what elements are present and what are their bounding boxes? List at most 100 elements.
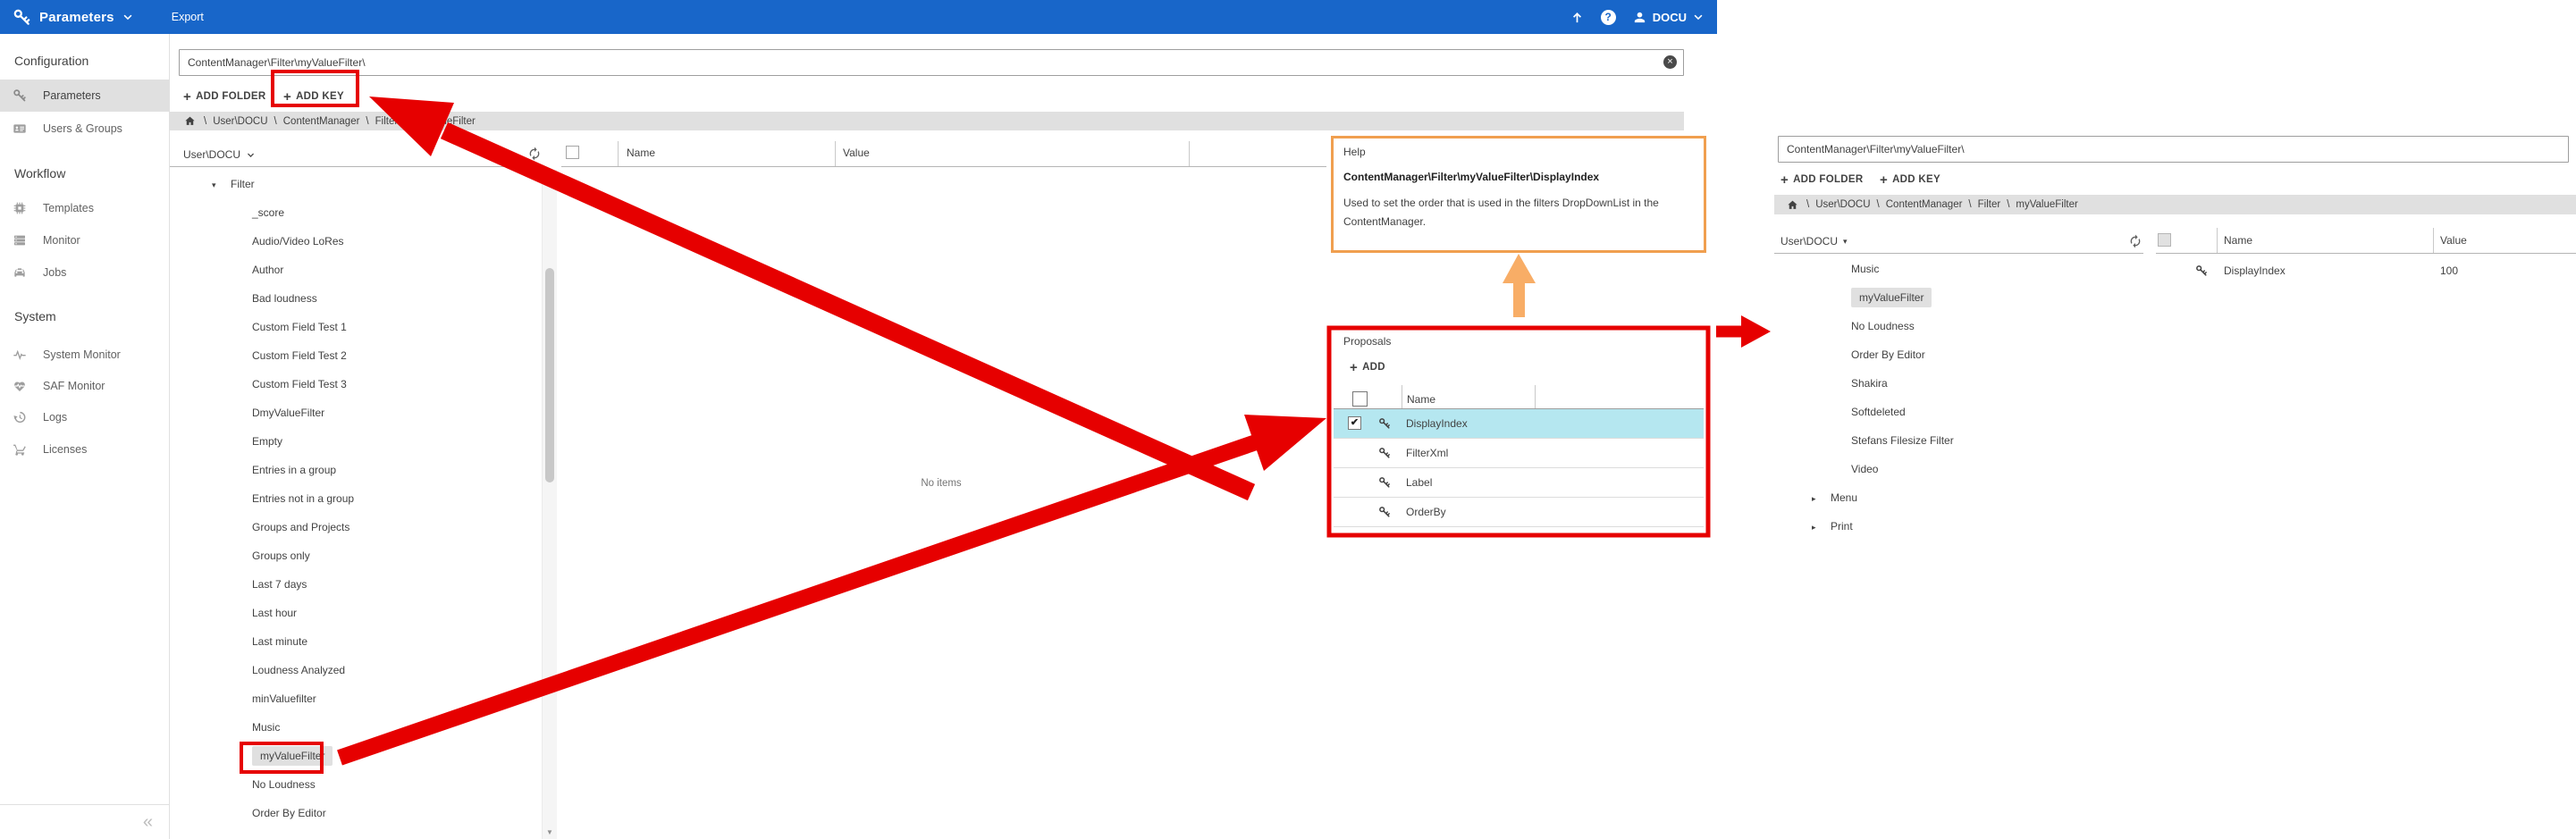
sidebar-item-system-monitor[interactable]: System Monitor xyxy=(0,339,170,371)
tree-item[interactable]: Stefans Filesize Filter xyxy=(1774,426,2143,455)
breadcrumb-segment[interactable]: Filter xyxy=(1978,199,2001,210)
tree-item-label[interactable]: minValuefilter xyxy=(252,692,316,705)
tree-item-label[interactable]: Order By Editor xyxy=(1851,348,1925,361)
tree-item-label[interactable]: Last 7 days xyxy=(252,578,307,591)
tree-item-label[interactable]: DmyValueFilter xyxy=(252,407,324,419)
proposals-row[interactable]: ✔ DisplayIndex xyxy=(1334,409,1704,439)
tree-item[interactable]: Music xyxy=(170,713,540,742)
cell-name[interactable]: DisplayIndex xyxy=(2224,256,2286,285)
proposals-add-button[interactable]: + ADD xyxy=(1350,356,1385,379)
tree-item[interactable]: myValueFilter xyxy=(170,742,540,770)
proposal-name[interactable]: FilterXml xyxy=(1406,439,1448,467)
path-input-right[interactable] xyxy=(1778,136,2569,163)
column-header-value-right[interactable]: Value xyxy=(2440,234,2467,247)
row-checkbox-checked[interactable]: ✔ xyxy=(1348,416,1361,430)
sidebar-item-monitor[interactable]: Monitor xyxy=(0,224,170,256)
tree-item[interactable]: Author xyxy=(170,256,540,284)
select-all-checkbox-right[interactable] xyxy=(2158,233,2171,247)
tree-item[interactable]: Groups only xyxy=(170,541,540,570)
tree-item-label[interactable]: myValueFilter xyxy=(1851,288,1932,307)
tree-item[interactable]: Last 7 days xyxy=(170,570,540,599)
tree-item[interactable]: _score xyxy=(170,198,540,227)
tree-item[interactable]: No Loudness xyxy=(170,770,540,799)
tree-item[interactable]: ▸ Print xyxy=(1774,512,2143,541)
tree-item-label[interactable]: Music xyxy=(252,721,280,734)
tree-item[interactable]: Loudness Analyzed xyxy=(170,656,540,684)
sidebar-item-saf-monitor[interactable]: SAF Monitor xyxy=(0,370,170,402)
breadcrumb-segment[interactable]: myValueFilter xyxy=(413,116,475,127)
select-all-checkbox[interactable] xyxy=(566,146,579,159)
tree-item[interactable]: Audio/Video LoRes xyxy=(170,227,540,256)
tree-item-label[interactable]: Music xyxy=(1851,263,1879,275)
tree-item[interactable]: Video xyxy=(1774,455,2143,483)
tree-item[interactable]: Order By Editor xyxy=(1774,340,2143,369)
collapsed-arrow-icon[interactable]: ▸ xyxy=(1812,513,1823,541)
proposal-name[interactable]: OrderBy xyxy=(1406,498,1446,526)
tree-item-label[interactable]: Video xyxy=(1851,463,1878,475)
home-icon[interactable] xyxy=(184,115,196,127)
tree-item-label[interactable]: Bad loudness xyxy=(252,292,317,305)
proposals-row[interactable]: FilterXml xyxy=(1334,439,1704,468)
sidebar-item-templates[interactable]: Templates xyxy=(0,192,170,224)
app-menu-chevron-icon[interactable] xyxy=(122,11,134,23)
proposals-select-all-checkbox[interactable] xyxy=(1352,391,1368,407)
sidebar-collapse-button[interactable]: « xyxy=(0,804,169,839)
column-header-name-right[interactable]: Name xyxy=(2224,234,2252,247)
breadcrumb-segment[interactable]: ContentManager xyxy=(283,116,360,127)
breadcrumb-segment[interactable]: User\DOCU xyxy=(1815,199,1870,210)
tree-item-label[interactable]: Softdeleted xyxy=(1851,406,1906,418)
scrollbar-thumb[interactable] xyxy=(545,268,554,482)
cell-value[interactable]: 100 xyxy=(2440,256,2458,285)
tree-item-label[interactable]: Entries not in a group xyxy=(252,492,354,505)
breadcrumb-segment[interactable]: myValueFilter xyxy=(2016,199,2077,210)
table-row[interactable]: DisplayIndex 100 xyxy=(2156,256,2576,285)
tree-item-label[interactable]: _score xyxy=(252,206,284,219)
tree-item-label[interactable]: Loudness Analyzed xyxy=(252,664,345,676)
tree-item[interactable]: Empty xyxy=(170,427,540,456)
tree-item-label[interactable]: Custom Field Test 2 xyxy=(252,349,347,362)
proposals-column-header-name[interactable]: Name xyxy=(1407,393,1435,406)
sidebar-item-licenses[interactable]: Licenses xyxy=(0,433,170,466)
breadcrumb-segment[interactable]: User\DOCU xyxy=(213,116,267,127)
path-input[interactable] xyxy=(179,49,1684,76)
tree-item[interactable]: ▸Menu xyxy=(1774,483,2143,512)
menu-export[interactable]: Export xyxy=(172,11,204,23)
tree-item[interactable]: Last hour xyxy=(170,599,540,627)
proposals-row[interactable]: Label xyxy=(1334,468,1704,498)
tree-item-label[interactable]: No Loudness xyxy=(252,778,316,791)
tree-item[interactable]: Bad loudness xyxy=(170,284,540,313)
breadcrumb-segment[interactable]: ContentManager xyxy=(1886,199,1963,210)
tree-item-label[interactable]: myValueFilter xyxy=(252,746,333,766)
tree-item-label[interactable]: Empty xyxy=(252,435,282,448)
tree-item[interactable]: Music xyxy=(1774,255,2143,283)
tree-item[interactable]: Custom Field Test 1 xyxy=(170,313,540,341)
scroll-down-icon[interactable]: ▼ xyxy=(543,828,557,836)
tree-scrollbar[interactable]: ▲ ▼ xyxy=(542,170,557,839)
tree-item-label[interactable]: Order By Editor xyxy=(252,807,326,819)
tree-item-label[interactable]: Print xyxy=(1831,520,1853,533)
tree-item[interactable]: Shakira xyxy=(1774,369,2143,398)
home-icon[interactable] xyxy=(1787,199,1798,211)
sidebar-item-users-groups[interactable]: Users & Groups xyxy=(0,113,170,145)
tree-item-label[interactable]: Groups only xyxy=(252,550,310,562)
tree-item-label[interactable]: Custom Field Test 1 xyxy=(252,321,347,333)
tree-item-label[interactable]: Last hour xyxy=(252,607,297,619)
tree-item-label[interactable]: Groups and Projects xyxy=(252,521,349,533)
tree-root-selector[interactable]: User\DOCU xyxy=(183,144,256,165)
expanded-arrow-icon[interactable]: ▾ xyxy=(212,171,223,199)
tree-item-label[interactable]: Last minute xyxy=(252,635,307,648)
add-folder-button[interactable]: + ADD FOLDER xyxy=(183,85,265,108)
tree-item-label[interactable]: Stefans Filesize Filter xyxy=(1851,434,1954,447)
tree-item[interactable]: ▾ Filter xyxy=(170,170,540,198)
column-header-name[interactable]: Name xyxy=(627,147,655,159)
add-key-button[interactable]: + ADD KEY xyxy=(283,85,344,108)
upload-icon[interactable] xyxy=(1570,10,1585,25)
proposal-name[interactable]: DisplayIndex xyxy=(1406,409,1468,438)
tree-item-label[interactable]: No Loudness xyxy=(1851,320,1915,332)
tree-item[interactable]: Custom Field Test 2 xyxy=(170,341,540,370)
tree-item[interactable]: Softdeleted xyxy=(1774,398,2143,426)
tree-item[interactable]: DmyValueFilter xyxy=(170,399,540,427)
tree-item[interactable]: Order By Editor xyxy=(170,799,540,827)
tree-item-label[interactable]: Entries in a group xyxy=(252,464,336,476)
tree-item-label[interactable]: Filter xyxy=(231,178,255,190)
